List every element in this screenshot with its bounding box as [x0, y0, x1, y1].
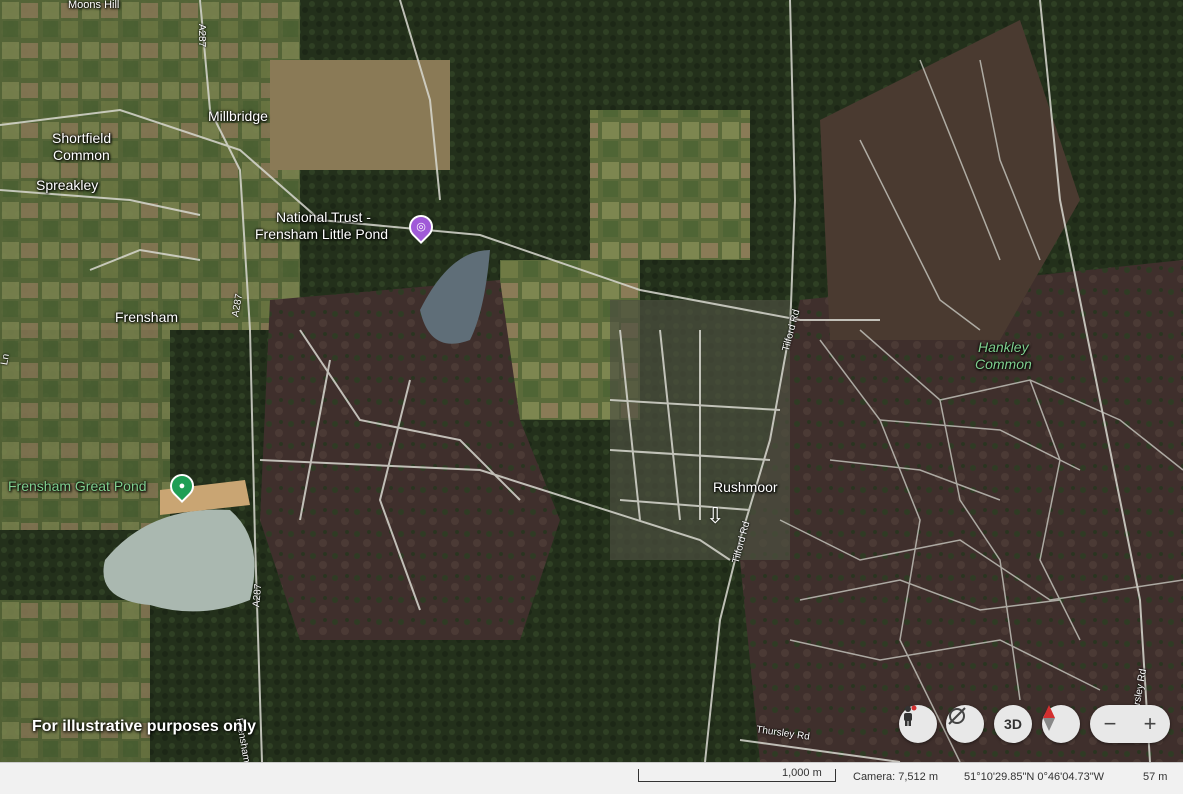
zoom-out-button[interactable]: −	[1092, 711, 1128, 737]
place-label-millbridge: Millbridge	[208, 108, 268, 124]
poi-label-frensham-great-pond[interactable]: Frensham Great Pond	[8, 478, 147, 495]
place-label-spreakley: Spreakley	[36, 177, 99, 193]
place-label-shortfield: Shortfield	[52, 130, 112, 146]
zoom-control: − +	[1090, 705, 1170, 743]
poi-label-national-trust[interactable]: National Trust -	[276, 209, 371, 226]
elevation: 57 m	[1143, 771, 1168, 783]
zoom-in-button[interactable]: +	[1132, 711, 1168, 737]
satellite-map[interactable]: Moons Hill Millbridge Shortfield Common …	[0, 0, 1183, 762]
road-label-ln: Ln	[0, 353, 12, 366]
poi-label-frensham-little-pond[interactable]: Frensham Little Pond	[255, 226, 388, 243]
map-imagery	[0, 0, 1183, 762]
place-label-rushmoor: Rushmoor	[713, 479, 778, 495]
disclaimer-text: For illustrative purposes only	[32, 718, 257, 735]
compass-icon[interactable]	[1042, 705, 1080, 743]
nature-label-hankley: Hankley	[978, 339, 1029, 355]
scale-label: 1,000 m	[782, 767, 822, 779]
3d-view-button[interactable]: 3D	[994, 705, 1032, 743]
nature-label-common: Common	[975, 356, 1032, 372]
place-label-common: Common	[53, 147, 110, 163]
camera-altitude: Camera: 7,512 m	[853, 771, 938, 783]
hand-cursor-icon: ⇩	[706, 503, 725, 528]
road-label-a287-north: A287	[196, 23, 208, 48]
status-bar: 1,000 m Camera: 7,512 m 51°10'29.85"N 0°…	[0, 762, 1183, 794]
person-icon[interactable]	[899, 705, 937, 743]
place-label-frensham: Frensham	[115, 309, 179, 325]
road-label-a287-south: A287	[251, 583, 265, 608]
place-label-moons-hill: Moons Hill	[68, 0, 120, 11]
cursor-coordinates: 51°10'29.85"N 0°46'04.73"W	[964, 771, 1105, 783]
compass-reset-icon[interactable]	[946, 705, 984, 743]
